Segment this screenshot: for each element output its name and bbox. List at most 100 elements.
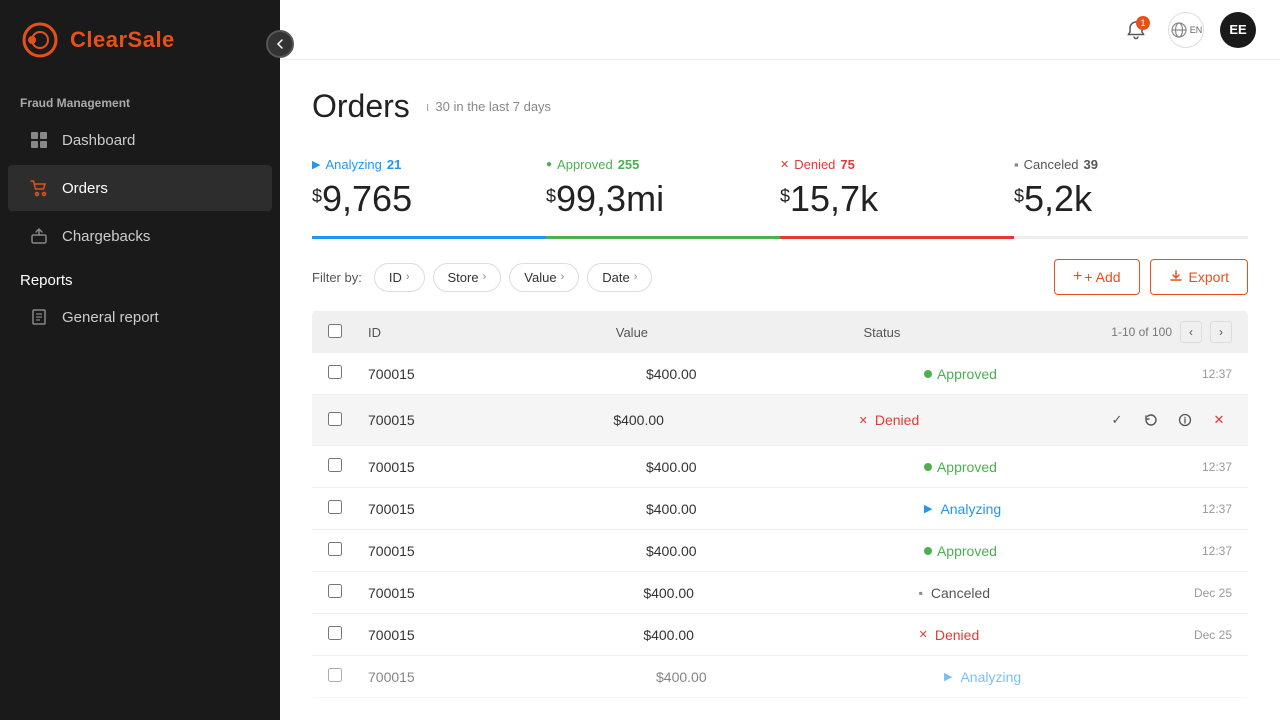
row-checkbox[interactable] <box>328 668 368 685</box>
sidebar-item-chargebacks[interactable]: Chargebacks <box>8 213 272 259</box>
row-checkbox[interactable] <box>328 365 368 382</box>
row-status: ✕ Denied <box>919 627 1194 643</box>
row-id: 700015 <box>368 366 646 382</box>
refresh-action-icon[interactable] <box>1138 407 1164 433</box>
page-header: Orders 30 in the last 7 days <box>312 88 1248 125</box>
filter-value[interactable]: Value › <box>509 263 579 292</box>
page-title: Orders <box>312 88 410 125</box>
filter-date[interactable]: Date › <box>587 263 652 292</box>
language-button[interactable]: EN <box>1168 12 1204 48</box>
filter-id[interactable]: ID › <box>374 263 425 292</box>
topbar-icons: 1 EN EE <box>1120 12 1256 48</box>
approve-action-icon[interactable]: ✓ <box>1104 407 1130 433</box>
approved-indicator: ● <box>546 159 552 170</box>
canceled-label: Canceled <box>1024 157 1079 172</box>
canceled-indicator: ▪ <box>1014 157 1019 172</box>
header-checkbox[interactable] <box>328 324 368 341</box>
status-text: Analyzing <box>960 669 1021 685</box>
notification-badge: 1 <box>1136 16 1150 30</box>
row-checkbox[interactable] <box>328 412 368 429</box>
denied-indicator: ✕ <box>780 158 789 171</box>
row-id: 700015 <box>368 627 643 643</box>
denied-underline <box>780 236 1014 239</box>
status-text: Analyzing <box>940 501 1001 517</box>
sidebar-header: ClearSale <box>0 0 280 80</box>
sidebar: ClearSale Fraud Management Dashboard Ord… <box>0 0 280 720</box>
sidebar-item-dashboard[interactable]: Dashboard <box>8 117 272 163</box>
orders-table: ID Value Status 1-10 of 100 ‹ › 700015 $… <box>312 311 1248 698</box>
status-text: Canceled <box>931 585 990 601</box>
sidebar-item-dashboard-label: Dashboard <box>62 132 135 149</box>
row-value: $400.00 <box>656 669 944 685</box>
report-icon <box>28 306 50 328</box>
stat-canceled: ▪ Canceled 39 $5,2k <box>1014 149 1248 236</box>
stat-analyzing: ▶ Analyzing 21 $9,765 <box>312 149 546 236</box>
row-checkbox[interactable] <box>328 500 368 517</box>
topbar: 1 EN EE <box>280 0 1280 60</box>
row-status: ▪ Canceled <box>919 585 1194 601</box>
table-row: 700015 $400.00 ▶ Analyzing 12:37 <box>312 488 1248 530</box>
analyzing-arrow-icon: ▶ <box>944 670 952 683</box>
prev-page-button[interactable]: ‹ <box>1180 321 1202 343</box>
next-page-button[interactable]: › <box>1210 321 1232 343</box>
table-row: 700015 $400.00 ▶ Analyzing <box>312 656 1248 698</box>
table-row: 700015 $400.00 Approved 12:37 <box>312 446 1248 488</box>
filter-label: Filter by: <box>312 270 362 285</box>
row-status: ✕ Denied <box>859 412 1104 428</box>
logo-icon <box>20 20 60 60</box>
row-checkbox[interactable] <box>328 626 368 643</box>
analyzing-value: $9,765 <box>312 178 530 220</box>
pagination-info: 1-10 of 100 <box>1111 325 1172 339</box>
date-chevron: › <box>634 271 638 283</box>
row-id: 700015 <box>368 669 656 685</box>
row-value: $400.00 <box>646 501 924 517</box>
table-row: 700015 $400.00 ✕ Denied ✓ ✕ <box>312 395 1248 446</box>
filter-store[interactable]: Store › <box>433 263 502 292</box>
row-checkbox[interactable] <box>328 458 368 475</box>
notification-bell[interactable]: 1 <box>1120 14 1152 46</box>
status-text: Denied <box>935 627 979 643</box>
select-all-checkbox[interactable] <box>328 324 342 338</box>
row-time: 12:37 <box>1202 367 1232 381</box>
row-checkbox[interactable] <box>328 584 368 601</box>
export-button[interactable]: Export <box>1150 259 1248 295</box>
row-checkbox[interactable] <box>328 542 368 559</box>
add-button[interactable]: + + Add <box>1054 259 1140 295</box>
row-id: 700015 <box>368 459 646 475</box>
sidebar-item-general-report[interactable]: General report <box>8 294 272 340</box>
analyzing-underline <box>312 236 546 239</box>
user-avatar[interactable]: EE <box>1220 12 1256 48</box>
approved-label: Approved <box>557 157 613 172</box>
row-value: $400.00 <box>646 543 924 559</box>
row-id: 700015 <box>368 501 646 517</box>
status-text: Approved <box>937 459 997 475</box>
filter-bar: Filter by: ID › Store › Value › Date › +… <box>312 259 1248 295</box>
orders-icon <box>28 177 50 199</box>
status-text: Approved <box>937 366 997 382</box>
row-value: $400.00 <box>646 459 924 475</box>
row-status: ▶ Analyzing <box>924 501 1202 517</box>
info-action-icon[interactable] <box>1172 407 1198 433</box>
chargebacks-icon <box>28 225 50 247</box>
sidebar-item-orders[interactable]: Orders <box>8 165 272 211</box>
analyzing-label: Analyzing <box>325 157 381 172</box>
stat-approved: ● Approved 255 $99,3mi <box>546 149 780 236</box>
page-content: Orders 30 in the last 7 days ▶ Analyzing… <box>280 60 1280 720</box>
table-row: 700015 $400.00 ▪ Canceled Dec 25 <box>312 572 1248 614</box>
denied-x-icon: ✕ <box>919 628 928 641</box>
stats-row: ▶ Analyzing 21 $9,765 ● Approved 255 $99… <box>312 149 1248 239</box>
analyzing-arrow-icon: ▶ <box>924 502 932 515</box>
canceled-value: $5,2k <box>1014 178 1232 220</box>
sidebar-toggle[interactable] <box>266 30 294 58</box>
denied-count: 75 <box>840 157 854 172</box>
logo-text: ClearSale <box>70 27 175 53</box>
filter-actions: + + Add Export <box>1054 259 1248 295</box>
row-id: 700015 <box>368 543 646 559</box>
close-action-icon[interactable]: ✕ <box>1206 407 1232 433</box>
add-icon: + <box>1073 268 1082 286</box>
analyzing-indicator: ▶ <box>312 158 320 171</box>
approved-count: 255 <box>618 157 640 172</box>
row-time: 12:37 <box>1202 502 1232 516</box>
status-text: Denied <box>875 412 919 428</box>
row-actions: ✓ ✕ <box>1104 407 1232 433</box>
